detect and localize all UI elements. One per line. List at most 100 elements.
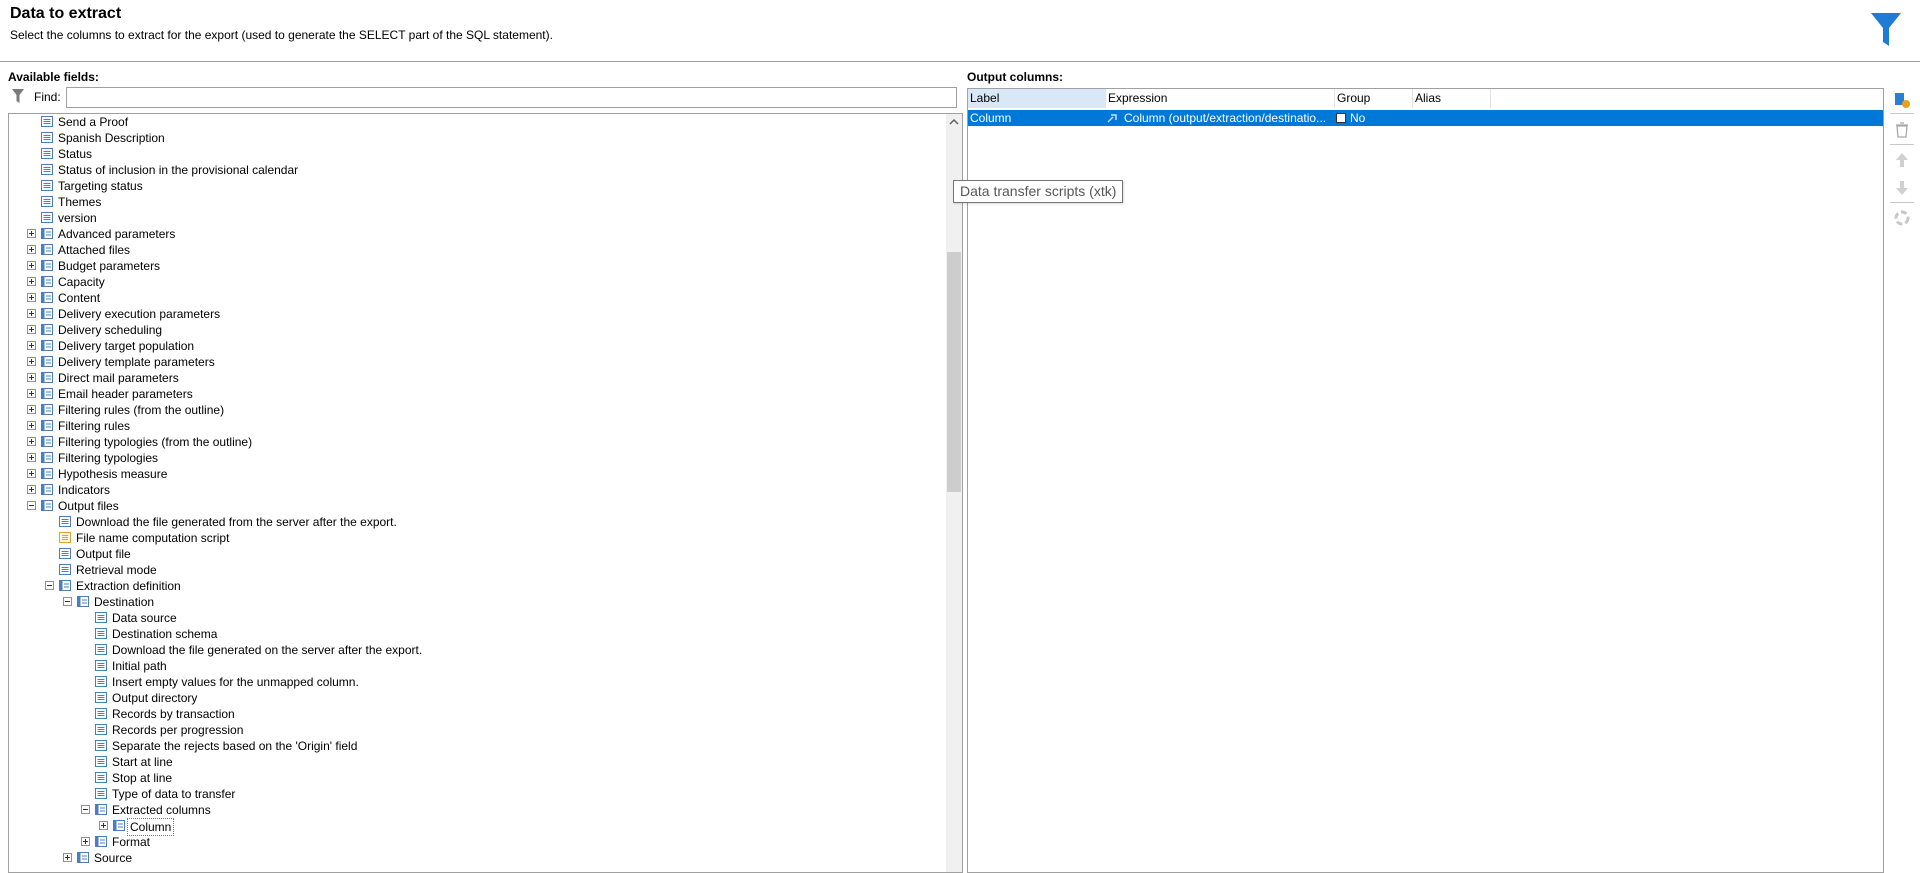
distribution-icon[interactable] bbox=[1892, 208, 1912, 228]
tree-item[interactable]: Targeting status bbox=[9, 178, 946, 194]
tree-item[interactable]: Filtering rules (from the outline) bbox=[9, 402, 946, 418]
tree-item-label: Insert empty values for the unmapped col… bbox=[112, 675, 359, 689]
tree-item[interactable]: Delivery scheduling bbox=[9, 322, 946, 338]
tree-item[interactable]: Status bbox=[9, 146, 946, 162]
tree-item-label: Status bbox=[58, 147, 93, 161]
tree-item[interactable]: Output file bbox=[9, 546, 946, 562]
tree-item[interactable]: Direct mail parameters bbox=[9, 370, 946, 386]
tree-item[interactable]: Send a Proof bbox=[9, 114, 946, 130]
filter-icon[interactable] bbox=[12, 89, 24, 103]
tree-item[interactable]: Initial path bbox=[9, 658, 946, 674]
expand-icon[interactable] bbox=[27, 325, 36, 334]
tree-item[interactable]: Delivery template parameters bbox=[9, 354, 946, 370]
expand-icon[interactable] bbox=[99, 821, 108, 830]
column-header-expression[interactable]: Expression bbox=[1106, 89, 1335, 108]
tree-item[interactable]: Delivery target population bbox=[9, 338, 946, 354]
tree-item[interactable]: Retrieval mode bbox=[9, 562, 946, 578]
tree-item[interactable]: Email header parameters bbox=[9, 386, 946, 402]
expand-icon[interactable] bbox=[27, 341, 36, 350]
tree-item[interactable]: Destination schema bbox=[9, 626, 946, 642]
tree-item[interactable]: Download the file generated from the ser… bbox=[9, 514, 946, 530]
scroll-up-arrow-icon[interactable] bbox=[949, 117, 959, 127]
tree-item[interactable]: Download the file generated on the serve… bbox=[9, 642, 946, 658]
expand-icon[interactable] bbox=[27, 373, 36, 382]
collapse-icon[interactable] bbox=[63, 597, 72, 606]
link-node-icon bbox=[95, 836, 107, 847]
collapse-icon[interactable] bbox=[45, 581, 54, 590]
tree-item[interactable]: Output directory bbox=[9, 690, 946, 706]
output-columns-grid[interactable]: Label Expression Group Alias Column Colu… bbox=[967, 88, 1884, 873]
move-down-icon[interactable] bbox=[1892, 178, 1912, 198]
tree-item[interactable]: Destination bbox=[9, 594, 946, 610]
tree-item[interactable]: Status of inclusion in the provisional c… bbox=[9, 162, 946, 178]
tree-item[interactable]: Filtering rules bbox=[9, 418, 946, 434]
tree-item[interactable]: Source bbox=[9, 850, 946, 866]
expand-icon[interactable] bbox=[27, 229, 36, 238]
scroll-thumb[interactable] bbox=[947, 252, 961, 492]
expand-icon[interactable] bbox=[27, 293, 36, 302]
cell-expression[interactable]: Column (output/extraction/destinatio... bbox=[1124, 110, 1334, 126]
expand-icon[interactable] bbox=[27, 309, 36, 318]
expand-icon[interactable] bbox=[27, 245, 36, 254]
table-row[interactable]: Column Column (output/extraction/destina… bbox=[968, 110, 1883, 126]
tree-item[interactable]: Records by transaction bbox=[9, 706, 946, 722]
tree-item[interactable]: Delivery execution parameters bbox=[9, 306, 946, 322]
tree-scrollbar[interactable] bbox=[946, 114, 962, 872]
expand-icon[interactable] bbox=[27, 405, 36, 414]
tree-item[interactable]: Data source bbox=[9, 610, 946, 626]
expand-icon[interactable] bbox=[27, 485, 36, 494]
header: Data to extract Select the columns to ex… bbox=[0, 0, 1920, 62]
tree-item[interactable]: Capacity bbox=[9, 274, 946, 290]
tree-item[interactable]: Hypothesis measure bbox=[9, 466, 946, 482]
expand-icon[interactable] bbox=[27, 453, 36, 462]
expand-icon[interactable] bbox=[27, 421, 36, 430]
tree-item-label: Destination bbox=[94, 595, 155, 609]
tree-item[interactable]: Start at line bbox=[9, 754, 946, 770]
tree-item[interactable]: Stop at line bbox=[9, 770, 946, 786]
group-checkbox[interactable] bbox=[1336, 113, 1346, 123]
link-node-icon bbox=[59, 580, 71, 591]
tree-item[interactable]: Separate the rejects based on the 'Origi… bbox=[9, 738, 946, 754]
available-fields-tree[interactable]: Send a Proof Spanish Description Status Sta… bbox=[8, 113, 963, 873]
move-up-icon[interactable] bbox=[1892, 150, 1912, 170]
tree-item[interactable]: Format bbox=[9, 834, 946, 850]
tree-item[interactable]: Output files bbox=[9, 498, 946, 514]
tree-item[interactable]: Column bbox=[9, 818, 946, 836]
tree-item[interactable]: Filtering typologies (from the outline) bbox=[9, 434, 946, 450]
tree-item[interactable]: Extraction definition bbox=[9, 578, 946, 594]
expand-icon[interactable] bbox=[27, 357, 36, 366]
tree-item-label: Delivery scheduling bbox=[58, 323, 163, 337]
script-icon bbox=[59, 532, 71, 543]
tree-item[interactable]: Attached files bbox=[9, 242, 946, 258]
tree-item[interactable]: Spanish Description bbox=[9, 130, 946, 146]
tree-item[interactable]: Content bbox=[9, 290, 946, 306]
tree-item[interactable]: Filtering typologies bbox=[9, 450, 946, 466]
expand-icon[interactable] bbox=[81, 837, 90, 846]
collapse-icon[interactable] bbox=[27, 501, 36, 510]
tree-item[interactable]: File name computation script bbox=[9, 530, 946, 546]
tree-item[interactable]: Advanced parameters bbox=[9, 226, 946, 242]
column-header-group[interactable]: Group bbox=[1335, 89, 1413, 108]
expand-icon[interactable] bbox=[27, 261, 36, 270]
column-header-alias[interactable]: Alias bbox=[1413, 89, 1491, 108]
cell-alias[interactable] bbox=[1415, 110, 1491, 126]
column-header-label[interactable]: Label bbox=[968, 89, 1106, 108]
tree-item[interactable]: Extracted columns bbox=[9, 802, 946, 818]
expand-icon[interactable] bbox=[27, 389, 36, 398]
tree-item[interactable]: version bbox=[9, 210, 946, 226]
expand-icon[interactable] bbox=[27, 277, 36, 286]
tree-item[interactable]: Records per progression bbox=[9, 722, 946, 738]
tree-item[interactable]: Insert empty values for the unmapped col… bbox=[9, 674, 946, 690]
collapse-icon[interactable] bbox=[81, 805, 90, 814]
tree-item[interactable]: Budget parameters bbox=[9, 258, 946, 274]
add-expression-icon[interactable] bbox=[1892, 90, 1912, 110]
delete-icon[interactable] bbox=[1892, 120, 1912, 140]
expand-icon[interactable] bbox=[27, 469, 36, 478]
find-input[interactable] bbox=[66, 87, 957, 108]
expand-icon[interactable] bbox=[63, 853, 72, 862]
tree-item[interactable]: Themes bbox=[9, 194, 946, 210]
cell-label[interactable]: Column bbox=[970, 110, 1104, 126]
tree-item[interactable]: Indicators bbox=[9, 482, 946, 498]
tree-item[interactable]: Type of data to transfer bbox=[9, 786, 946, 802]
expand-icon[interactable] bbox=[27, 437, 36, 446]
